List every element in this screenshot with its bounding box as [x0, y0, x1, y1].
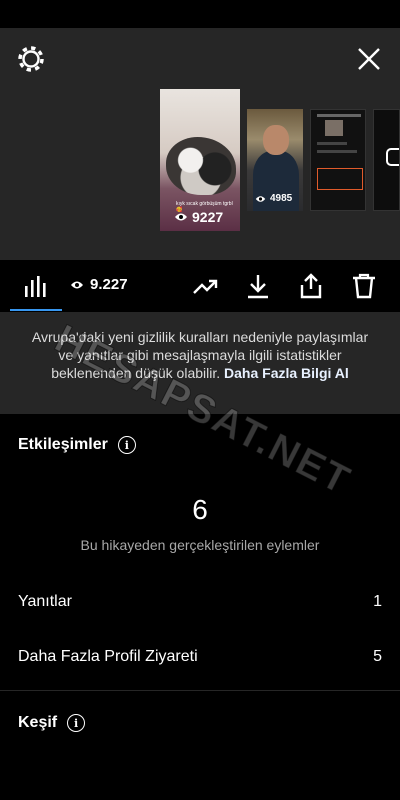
eye-icon	[71, 281, 83, 288]
section-divider	[0, 690, 400, 691]
story-preview-area: kıyk sıcak görbüşüm tgrbl 🥰 9227 4985	[0, 28, 400, 288]
story-toolbar: 9.227	[0, 260, 400, 312]
download-button[interactable]	[244, 272, 272, 300]
person-head	[263, 125, 289, 155]
discovery-title: Keşif	[18, 714, 58, 731]
delete-button[interactable]	[350, 272, 378, 300]
bar-chart-icon	[25, 276, 46, 297]
text-line	[317, 150, 357, 153]
embedded-image	[325, 120, 343, 136]
eye-icon	[175, 213, 187, 221]
interactions-total: 6	[192, 494, 208, 525]
close-icon	[358, 48, 380, 70]
active-tab-indicator	[10, 309, 62, 311]
eye-icon	[255, 195, 266, 202]
progress-bar	[317, 114, 361, 117]
stat-row-replies[interactable]: Yanıtlar 1	[18, 593, 382, 611]
stat-value: 1	[373, 593, 382, 610]
camera-icon	[386, 148, 399, 166]
sticker-box	[317, 168, 363, 190]
story-thumbnail[interactable]: 4985	[247, 109, 303, 211]
stat-label: Daha Fazla Profil Ziyareti	[18, 648, 198, 665]
settings-button[interactable]	[16, 44, 46, 74]
story-thumbnail-selected[interactable]: kıyk sıcak görbüşüm tgrbl 🥰 9227	[160, 89, 240, 231]
thumbnail-views: 4985	[255, 193, 292, 204]
interactions-header: Etkileşimler i	[18, 436, 136, 454]
status-bar	[0, 0, 400, 28]
thumbnail-views: 9227	[174, 209, 223, 225]
add-story-thumbnail[interactable]	[373, 109, 400, 211]
trending-up-icon	[193, 279, 218, 294]
share-icon	[300, 273, 322, 299]
interactions-title: Etkileşimler	[18, 436, 108, 453]
promote-button[interactable]	[191, 272, 219, 300]
text-line	[317, 142, 347, 145]
cat-photo	[166, 137, 236, 195]
story-thumbnail[interactable]	[310, 109, 366, 211]
share-button[interactable]	[297, 272, 325, 300]
info-icon[interactable]: i	[117, 436, 136, 454]
views-tab[interactable]: 9.227	[70, 276, 128, 293]
learn-more-link[interactable]: Daha Fazla Bilgi Al	[224, 365, 349, 381]
trash-icon	[353, 273, 375, 299]
interactions-subtitle: Bu hikayeden gerçekleştirilen eylemler	[80, 537, 320, 553]
thumbnail-views-count: 4985	[270, 193, 293, 204]
insights-tab[interactable]	[22, 272, 50, 300]
close-button[interactable]	[354, 44, 384, 74]
download-icon	[248, 275, 268, 299]
stat-value: 5	[373, 648, 382, 665]
privacy-notice: Avrupa'daki yeni gizlilik kuralları nede…	[0, 312, 400, 414]
stat-label: Yanıtlar	[18, 593, 72, 610]
thumbnail-views-count: 9227	[192, 209, 224, 225]
gear-icon	[18, 46, 44, 72]
discovery-header: Keşif i	[18, 714, 86, 732]
info-icon[interactable]: i	[67, 714, 86, 732]
stat-row-profile-visits[interactable]: Daha Fazla Profil Ziyareti 5	[18, 648, 382, 666]
views-count: 9.227	[90, 276, 128, 293]
